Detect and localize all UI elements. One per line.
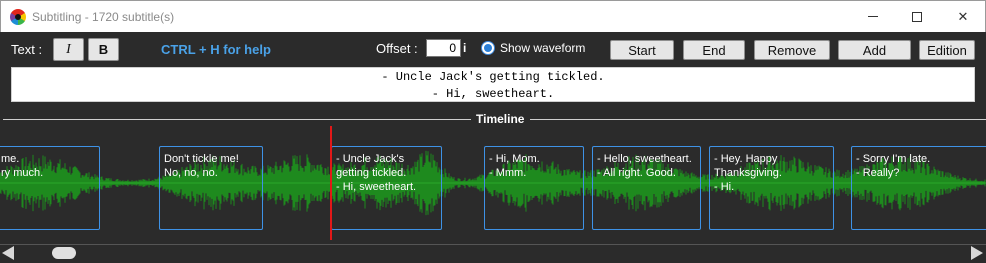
offset-info-icon[interactable]: i bbox=[463, 41, 466, 55]
help-hint: CTRL + H for help bbox=[161, 42, 271, 57]
text-style-label: Text : bbox=[11, 42, 43, 57]
maximize-button[interactable] bbox=[894, 1, 940, 32]
maximize-icon bbox=[912, 11, 922, 22]
window-title: Subtitling - 1720 subtitle(s) bbox=[32, 10, 175, 24]
subtitle-line-1: - Uncle Jack's getting tickled. bbox=[381, 70, 605, 84]
show-waveform-radio[interactable] bbox=[481, 41, 495, 55]
minimize-icon bbox=[868, 16, 878, 17]
subtitle-text-panel[interactable]: - Uncle Jack's getting tickled. - Hi, sw… bbox=[11, 67, 975, 102]
timeline-subtitle-block[interactable]: - Hello, sweetheart. - All right. Good. bbox=[592, 146, 701, 230]
timeline-scrollbar[interactable] bbox=[0, 244, 986, 263]
scrollbar-thumb[interactable] bbox=[52, 247, 76, 259]
show-waveform-label[interactable]: Show waveform bbox=[500, 41, 585, 55]
timeline-subtitle-block[interactable]: - Hey. Happy Thanksgiving. - Hi. bbox=[709, 146, 834, 230]
app-logo-icon bbox=[10, 9, 26, 25]
timeline-label: Timeline bbox=[476, 112, 525, 126]
subtitle-line-2: - Hi, sweetheart. bbox=[431, 87, 555, 101]
timeline-divider-left bbox=[3, 119, 471, 120]
timeline-subtitle-block[interactable]: me. ry much. bbox=[0, 146, 100, 230]
start-button[interactable]: Start bbox=[610, 40, 674, 60]
remove-button[interactable]: Remove bbox=[754, 40, 830, 60]
scroll-right-icon[interactable] bbox=[971, 246, 983, 260]
scroll-left-icon[interactable] bbox=[2, 246, 14, 260]
timeline-divider-right bbox=[530, 119, 986, 120]
playhead-cursor[interactable] bbox=[330, 126, 332, 240]
title-bar: Subtitling - 1720 subtitle(s) ✕ bbox=[0, 0, 986, 32]
timeline-subtitle-block-selected[interactable]: - Uncle Jack's getting tickled. - Hi, sw… bbox=[331, 146, 442, 230]
bold-button[interactable]: B bbox=[88, 38, 119, 61]
close-icon: ✕ bbox=[957, 8, 969, 24]
offset-label: Offset : bbox=[376, 41, 418, 56]
offset-input[interactable]: 0 bbox=[426, 39, 461, 57]
timeline-subtitle-block[interactable]: - Hi, Mom. - Mmm. bbox=[484, 146, 584, 230]
timeline-subtitle-block[interactable]: - Sorry I'm late. - Really? bbox=[851, 146, 986, 230]
timeline-subtitle-block[interactable]: Don't tickle me! No, no, no. bbox=[159, 146, 263, 230]
add-button[interactable]: Add bbox=[838, 40, 911, 60]
minimize-button[interactable] bbox=[850, 1, 896, 32]
end-button[interactable]: End bbox=[683, 40, 745, 60]
italic-button[interactable]: I bbox=[53, 38, 84, 61]
close-button[interactable]: ✕ bbox=[940, 1, 986, 32]
edition-button[interactable]: Edition bbox=[919, 40, 975, 60]
